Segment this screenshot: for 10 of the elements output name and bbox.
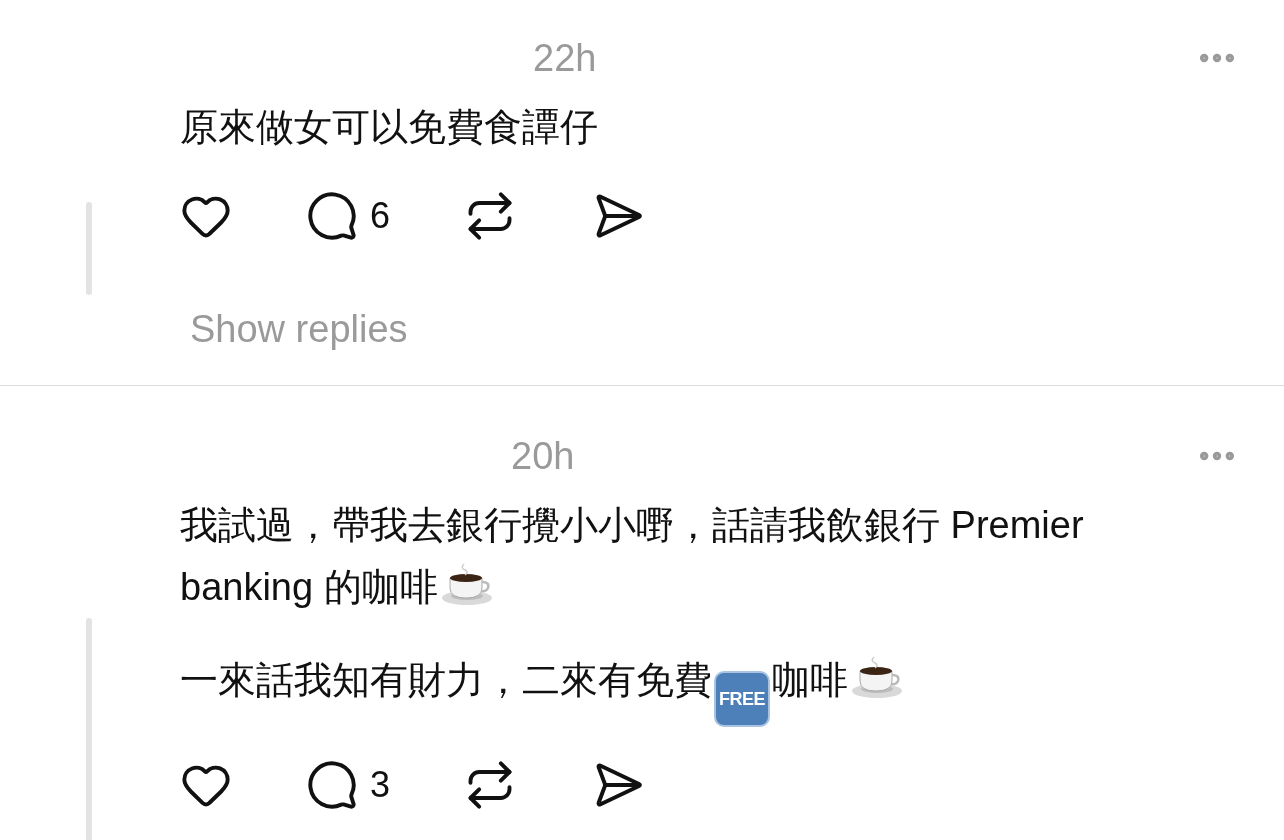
post-text: 原來做女可以免費食譚仔 bbox=[180, 106, 598, 148]
post-time: 22h bbox=[533, 35, 597, 81]
post-text: 咖啡 bbox=[772, 659, 848, 701]
coffee-icon bbox=[439, 560, 494, 606]
post-text: banking 的咖啡 bbox=[180, 566, 438, 608]
free-emoji: FREE bbox=[714, 671, 770, 727]
post-text: 一來話我知有財力，二來有免費 bbox=[180, 659, 712, 701]
post-text: 我試過，帶我去銀行攪小小嘢，話請我飲銀行 Premier bbox=[180, 504, 1084, 546]
post-time: 20h bbox=[511, 433, 575, 479]
coffee-icon bbox=[850, 653, 904, 699]
